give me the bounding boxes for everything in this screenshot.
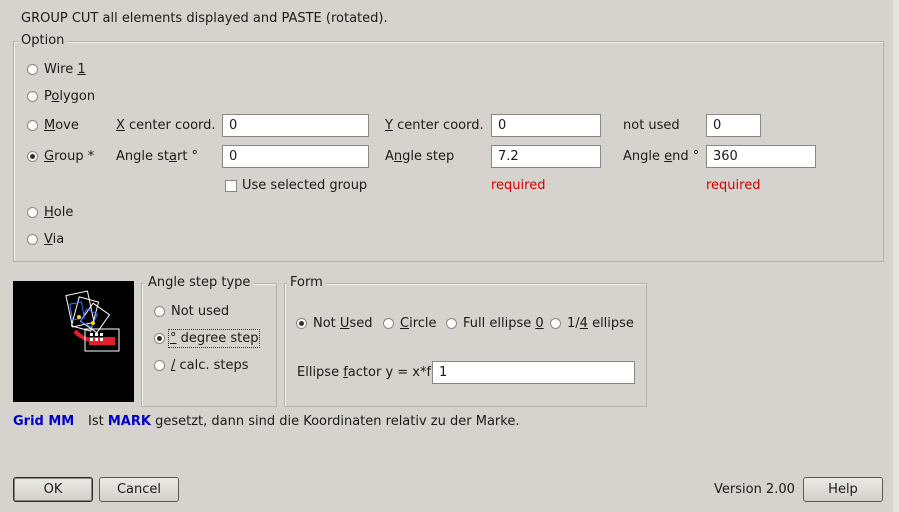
x-center-input[interactable]: 0 — [222, 114, 369, 137]
degree-step-label[interactable]: ° degree step — [167, 329, 261, 348]
ellipse-factor-label: Ellipse factor y = x*f — [297, 365, 432, 380]
polygon-radio[interactable] — [27, 91, 38, 102]
hole-label[interactable]: Hole — [44, 205, 73, 220]
degree-step-radio[interactable] — [154, 333, 165, 344]
angle-step-label: Angle step — [385, 149, 455, 164]
step-not-used-radio[interactable] — [154, 306, 165, 317]
option-group-title: Option — [18, 33, 68, 48]
full-ellipse-label[interactable]: Full ellipse 0 — [463, 316, 544, 331]
quarter-ellipse-label[interactable]: 1/4 ellipse — [567, 316, 634, 331]
form-group-title: Form — [287, 275, 326, 290]
y-center-input[interactable]: 0 — [491, 114, 601, 137]
use-selected-group-checkbox[interactable] — [225, 180, 237, 192]
angle-step-required: required — [491, 178, 546, 193]
quarter-ellipse-radio[interactable] — [550, 318, 561, 329]
mark-keyword: MARK — [107, 414, 151, 429]
group-radio[interactable] — [27, 151, 38, 162]
step-not-used-label[interactable]: Not used — [171, 304, 229, 319]
angle-start-input[interactable]: 0 — [222, 145, 369, 168]
not-used-input[interactable]: 0 — [706, 114, 761, 137]
form-group — [284, 283, 647, 407]
move-label[interactable]: Move — [44, 118, 79, 133]
x-center-label: X center coord. — [116, 118, 216, 133]
full-ellipse-radio[interactable] — [446, 318, 457, 329]
dialog-description: GROUP CUT all elements displayed and PAS… — [21, 11, 388, 26]
angle-end-required: required — [706, 178, 761, 193]
angle-end-label: Angle end ° — [623, 149, 700, 164]
ellipse-factor-input[interactable]: 1 — [432, 361, 635, 384]
use-selected-group-label[interactable]: Use selected group — [242, 178, 367, 193]
group-label[interactable]: Group * — [44, 149, 94, 164]
form-not-used-radio[interactable] — [296, 318, 307, 329]
calc-steps-label[interactable]: / calc. steps — [171, 358, 249, 373]
polygon-label[interactable]: Polygon — [44, 89, 95, 104]
preview-image — [13, 281, 134, 402]
angle-start-label: Angle start ° — [116, 149, 199, 164]
angle-step-type-title: Angle step type — [145, 275, 254, 290]
via-label[interactable]: Via — [44, 232, 64, 247]
mark-info: Ist MARK gesetzt, dann sind die Koordina… — [88, 414, 520, 429]
y-center-label: Y center coord. — [385, 118, 484, 133]
version-label: Version 2.00 — [714, 482, 795, 497]
help-button[interactable]: Help — [803, 477, 883, 502]
hole-radio[interactable] — [27, 207, 38, 218]
circle-label[interactable]: Circle — [400, 316, 437, 331]
move-radio[interactable] — [27, 120, 38, 131]
angle-end-input[interactable]: 360 — [706, 145, 816, 168]
angle-step-input[interactable]: 7.2 — [491, 145, 601, 168]
cancel-button[interactable]: Cancel — [99, 477, 179, 502]
ok-button[interactable]: OK — [13, 477, 93, 502]
calc-steps-radio[interactable] — [154, 360, 165, 371]
wire-radio[interactable] — [27, 64, 38, 75]
rotated-group-preview-icon — [65, 290, 120, 352]
dialog-window: GROUP CUT all elements displayed and PAS… — [0, 0, 894, 512]
window-edge — [893, 0, 899, 512]
form-not-used-label[interactable]: Not Used — [313, 316, 372, 331]
grid-units: Grid MM — [13, 414, 75, 429]
not-used-label: not used — [623, 118, 680, 133]
wire-label[interactable]: Wire 1 — [44, 62, 86, 77]
circle-radio[interactable] — [383, 318, 394, 329]
via-radio[interactable] — [27, 234, 38, 245]
